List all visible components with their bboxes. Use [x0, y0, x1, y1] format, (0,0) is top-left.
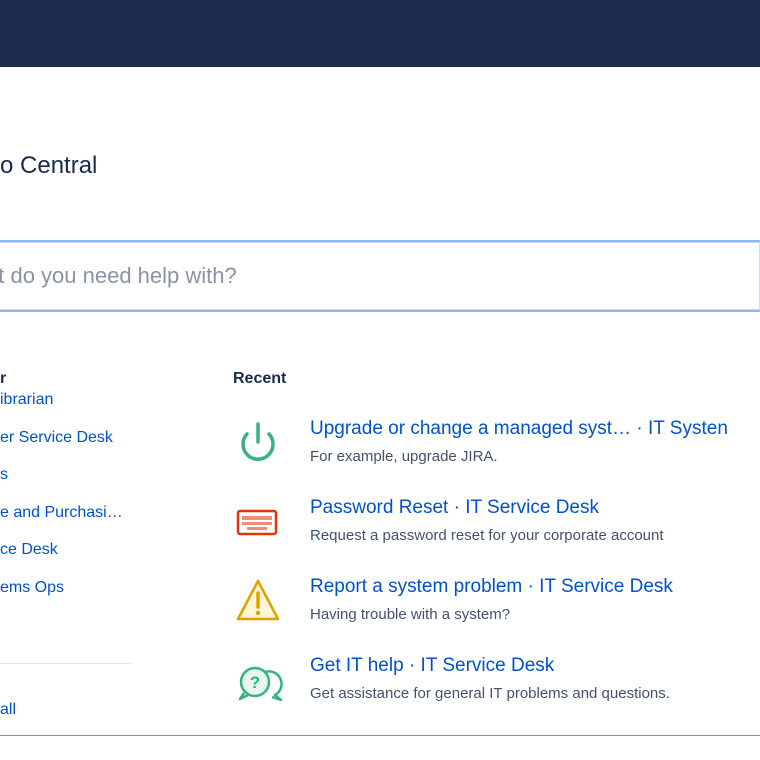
recent-request-description: For example, upgrade JIRA. — [310, 448, 498, 465]
recent-request-title[interactable]: Get IT help · IT Service Desk — [310, 655, 554, 677]
recent-heading: Recent — [233, 370, 287, 387]
separator: · — [636, 418, 643, 439]
service-desk-link[interactable]: ibrarian — [0, 390, 123, 428]
recent-request-title[interactable]: Password Reset · IT Service Desk — [310, 497, 599, 519]
left-panel-heading: r — [0, 370, 7, 387]
search-input[interactable] — [0, 242, 760, 310]
warning-icon — [233, 576, 283, 626]
recent-request-item[interactable]: ? Get IT help · IT Service Desk Get assi… — [233, 655, 760, 711]
project-name[interactable]: IT Service Desk — [465, 497, 599, 518]
service-desk-link[interactable]: e and Purchasi… — [0, 503, 123, 541]
project-name[interactable]: IT Systen — [648, 418, 728, 439]
page-title: o Central — [0, 152, 98, 179]
power-icon — [233, 418, 283, 468]
request-type-name[interactable]: Password Reset — [310, 497, 448, 518]
svg-text:?: ? — [250, 673, 260, 692]
request-type-name[interactable]: Upgrade or change a managed syst… — [310, 418, 631, 439]
recent-request-description: Having trouble with a system? — [310, 606, 511, 623]
left-panel-divider — [0, 663, 131, 664]
separator: · — [453, 497, 460, 518]
recent-request-title[interactable]: Report a system problem · IT Service Des… — [310, 576, 673, 598]
service-desk-link[interactable]: er Service Desk — [0, 428, 123, 466]
keyboard-icon — [233, 497, 283, 547]
view-all-link[interactable]: all — [0, 701, 16, 719]
question-chat-icon: ? — [233, 655, 283, 705]
request-type-name[interactable]: Report a system problem — [310, 576, 522, 597]
separator: · — [527, 576, 534, 597]
service-desk-link[interactable]: ems Ops — [0, 578, 123, 616]
service-desk-list: ibrarian er Service Desk s e and Purchas… — [0, 390, 123, 615]
request-type-name[interactable]: Get IT help — [310, 655, 404, 676]
project-name[interactable]: IT Service Desk — [539, 576, 673, 597]
recent-request-item[interactable]: Password Reset · IT Service Desk Request… — [233, 497, 760, 553]
separator: · — [408, 655, 416, 676]
service-desk-link[interactable]: ce Desk — [0, 540, 123, 578]
service-desk-link[interactable]: s — [0, 465, 123, 503]
recent-request-title[interactable]: Upgrade or change a managed syst… · IT S… — [310, 418, 728, 440]
top-navigation-bar — [0, 0, 760, 67]
project-name[interactable]: IT Service Desk — [421, 655, 555, 676]
search-box[interactable] — [0, 240, 760, 312]
recent-request-description: Get assistance for general IT problems a… — [310, 685, 670, 702]
recent-request-item[interactable]: Upgrade or change a managed syst… · IT S… — [233, 418, 760, 474]
recent-request-item[interactable]: Report a system problem · IT Service Des… — [233, 576, 760, 632]
bottom-divider — [0, 735, 760, 736]
help-center-page: o Central r ibrarian er Service Desk s e… — [0, 0, 760, 760]
recent-request-description: Request a password reset for your corpor… — [310, 527, 664, 544]
